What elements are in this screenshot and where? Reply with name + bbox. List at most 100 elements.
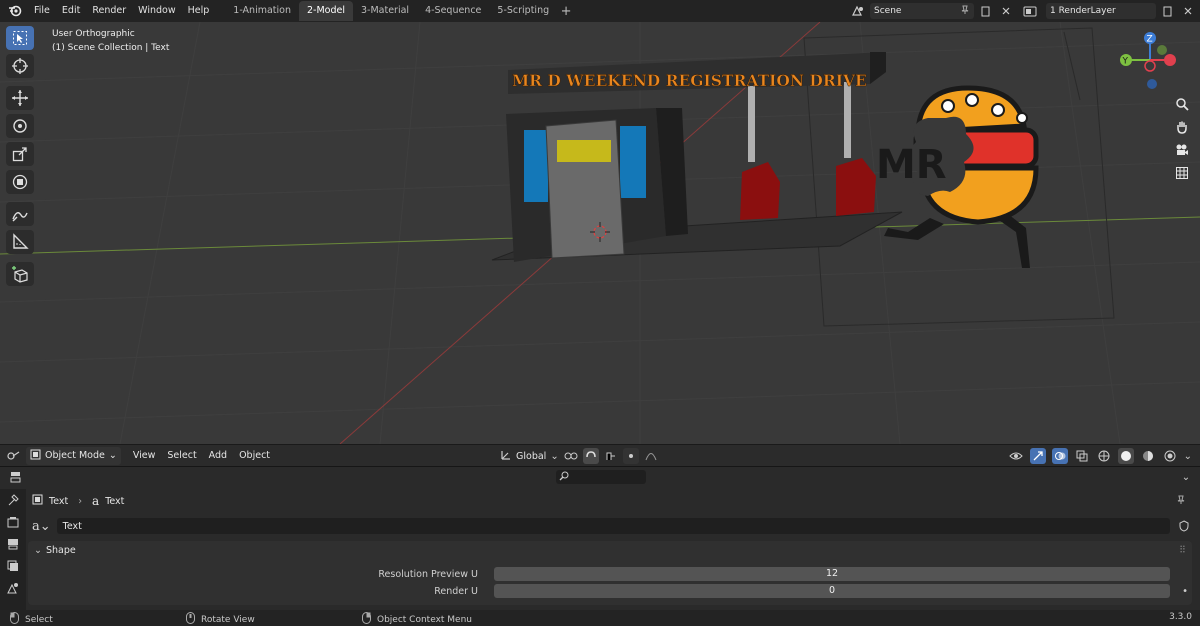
camera-view-icon[interactable]	[1172, 140, 1192, 160]
viewport-menu-object[interactable]: Object	[233, 450, 276, 461]
view-layer-tab-icon[interactable]	[0, 555, 26, 577]
transform-tool[interactable]	[6, 170, 34, 194]
render-u-field[interactable]: 0	[494, 584, 1170, 598]
falloff-icon[interactable]	[643, 448, 659, 464]
mode-selector[interactable]: Object Mode ⌄	[26, 446, 121, 465]
breadcrumb-separator-icon: ›	[78, 495, 83, 507]
menu-window[interactable]: Window	[132, 1, 181, 21]
wireframe-shading-icon[interactable]	[1096, 448, 1112, 464]
xray-toggle-icon[interactable]	[1074, 448, 1090, 464]
solid-shading-icon[interactable]	[1117, 448, 1134, 464]
y-axis-label: Y	[1122, 57, 1129, 67]
view-layer-field[interactable]: 1 RenderLayer	[1046, 3, 1156, 19]
tool-settings-tab-icon[interactable]	[0, 489, 26, 511]
add-workspace-button[interactable]: +	[557, 4, 575, 19]
workspace-tab[interactable]: 4-Sequence	[417, 1, 489, 21]
view-layer-icon[interactable]	[1018, 3, 1042, 19]
text-datablock-icon[interactable]: a⌄	[28, 519, 51, 534]
measure-tool[interactable]	[6, 230, 34, 254]
drag-handle-icon[interactable]: ⠿	[1179, 545, 1186, 556]
chevron-down-icon[interactable]: ⌄	[1184, 451, 1192, 462]
properties-editor-type-icon[interactable]	[6, 469, 30, 485]
fake-user-shield-icon[interactable]	[1176, 518, 1192, 534]
zoom-icon[interactable]	[1172, 94, 1192, 114]
grid-perspective-icon[interactable]	[1172, 163, 1192, 183]
visibility-icon[interactable]	[1008, 448, 1024, 464]
snap-icon[interactable]	[582, 448, 599, 464]
3d-viewport[interactable]: MR MR D WEEKEND REGISTRATION DRIVE User …	[0, 22, 1200, 444]
new-scene-icon[interactable]	[978, 3, 994, 19]
delete-view-layer-icon[interactable]	[1180, 3, 1196, 19]
viewport-menus: View Select Add Object	[127, 450, 276, 461]
datablock-row: a⌄ Text	[28, 517, 1192, 535]
status-context-menu: Object Context Menu	[362, 612, 472, 626]
rotate-tool[interactable]	[6, 114, 34, 138]
render-tab-icon[interactable]	[0, 511, 26, 533]
add-cube-tool[interactable]	[6, 262, 34, 286]
resolution-preview-row: Resolution Preview U 12	[28, 566, 1192, 582]
transform-orientation[interactable]: Global	[516, 451, 546, 462]
version-text: 3.3.0	[1169, 612, 1192, 622]
pin-icon[interactable]	[1176, 495, 1186, 508]
material-shading-icon[interactable]	[1140, 448, 1156, 464]
chevron-down-icon[interactable]: ⌄	[1178, 469, 1194, 485]
scene-tab-icon[interactable]	[0, 577, 26, 599]
annotate-tool[interactable]	[6, 202, 34, 226]
scene-name-field[interactable]: Scene	[870, 3, 974, 19]
new-view-layer-icon[interactable]	[1160, 3, 1176, 19]
main-menu: File Edit Render Window Help	[28, 1, 215, 21]
viewport-info: User Orthographic (1) Scene Collection |…	[52, 27, 169, 55]
blender-logo-icon[interactable]	[6, 2, 24, 20]
transform-controls: Global ⌄	[500, 447, 659, 465]
select-box-tool[interactable]	[6, 26, 34, 50]
workspace-tab[interactable]: 5-Scripting	[489, 1, 557, 21]
neg-z-handle[interactable]	[1147, 79, 1157, 89]
pan-hand-icon[interactable]	[1172, 117, 1192, 137]
neg-y-handle[interactable]	[1157, 45, 1167, 55]
viewport-menu-select[interactable]: Select	[161, 450, 202, 461]
status-rotate: Rotate View	[186, 612, 255, 626]
menu-render[interactable]: Render	[86, 1, 132, 21]
properties-search-input[interactable]	[556, 470, 646, 484]
proportional-edit-icon[interactable]	[622, 448, 639, 464]
output-tab-icon[interactable]	[0, 533, 26, 555]
top-bar: File Edit Render Window Help 1-Animation 2-Mo…	[0, 0, 1200, 22]
render-u-row: Render U 0 •	[28, 583, 1192, 599]
menu-help[interactable]: Help	[182, 1, 216, 21]
menu-file[interactable]: File	[28, 1, 56, 21]
navigation-gizmo[interactable]: Z Y	[1110, 26, 1190, 96]
chevron-down-icon: ⌄	[550, 450, 559, 462]
overlays-toggle-icon[interactable]	[1051, 448, 1068, 464]
status-select-label: Select	[25, 614, 53, 625]
properties-content: Text › a Text a⌄ Text ⌄ Shape ⠿ Resoluti…	[28, 489, 1192, 610]
viewport-menu-view[interactable]: View	[127, 450, 162, 461]
delete-scene-icon[interactable]	[998, 3, 1014, 19]
move-tool[interactable]	[6, 86, 34, 110]
status-context-menu-label: Object Context Menu	[377, 614, 473, 625]
decorator-dot-icon[interactable]: •	[1182, 586, 1188, 597]
editor-type-icon[interactable]	[6, 448, 22, 464]
status-select: Select	[10, 612, 53, 626]
shape-panel-header[interactable]: ⌄ Shape ⠿	[28, 541, 1192, 559]
workspace-tab[interactable]: 1-Animation	[225, 1, 299, 21]
object-mode-icon	[30, 449, 41, 463]
workspace-tab[interactable]: 2-Model	[298, 1, 353, 21]
rendered-shading-icon[interactable]	[1162, 448, 1178, 464]
left-mouse-icon	[10, 612, 19, 626]
pin-icon[interactable]	[960, 5, 970, 18]
workspace-tab[interactable]: 3-Material	[353, 1, 417, 21]
pivot-point-icon[interactable]	[563, 448, 579, 464]
view-name: User Orthographic	[52, 29, 135, 39]
x-axis-handle[interactable]	[1164, 54, 1176, 66]
datablock-name-field[interactable]: Text	[56, 518, 1170, 534]
viewport-menu-add[interactable]: Add	[203, 450, 233, 461]
neg-x-handle[interactable]	[1144, 60, 1156, 72]
collection-info: (1) Scene Collection | Text	[52, 43, 170, 53]
resolution-preview-field[interactable]: 12	[494, 567, 1170, 581]
scene-icon[interactable]	[850, 3, 866, 19]
gizmo-toggle-icon[interactable]	[1029, 448, 1046, 464]
cursor-tool[interactable]	[6, 54, 34, 78]
menu-edit[interactable]: Edit	[56, 1, 86, 21]
snap-target-icon[interactable]	[603, 448, 619, 464]
scale-tool[interactable]	[6, 142, 34, 166]
